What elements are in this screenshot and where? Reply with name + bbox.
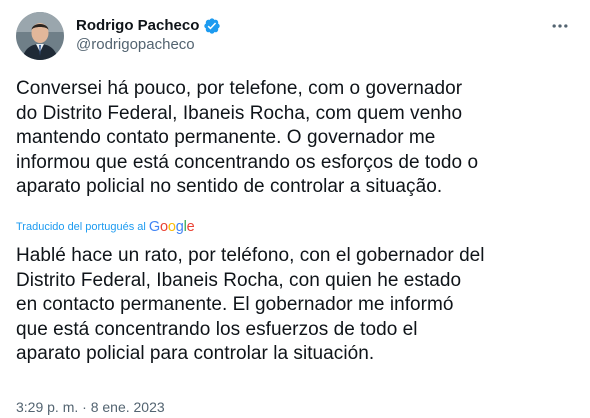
tweet-timestamp[interactable]: 3:29 p. m. · 8 ene. 2023 xyxy=(16,398,165,416)
translation-note[interactable]: Traducido del portugués al Google xyxy=(16,219,195,235)
avatar[interactable] xyxy=(16,12,64,60)
tweet-header: Rodrigo Pacheco @rodrigopacheco xyxy=(16,12,578,60)
avatar-image xyxy=(16,12,64,60)
google-logo: Google xyxy=(148,219,195,235)
more-options-icon[interactable] xyxy=(546,14,574,38)
verified-badge-icon xyxy=(203,17,221,35)
tweet-translated-text: Hablé hace un rato, por teléfono, con el… xyxy=(16,245,485,365)
handle[interactable]: @rodrigopacheco xyxy=(76,35,221,55)
author-names: Rodrigo Pacheco @rodrigopacheco xyxy=(76,16,221,55)
display-name[interactable]: Rodrigo Pacheco xyxy=(76,16,199,35)
translation-label[interactable]: Traducido del portugués al xyxy=(16,220,146,234)
tweet-original-text: Conversei há pouco, por telefone, com o … xyxy=(16,78,479,198)
name-row: Rodrigo Pacheco xyxy=(76,16,221,35)
